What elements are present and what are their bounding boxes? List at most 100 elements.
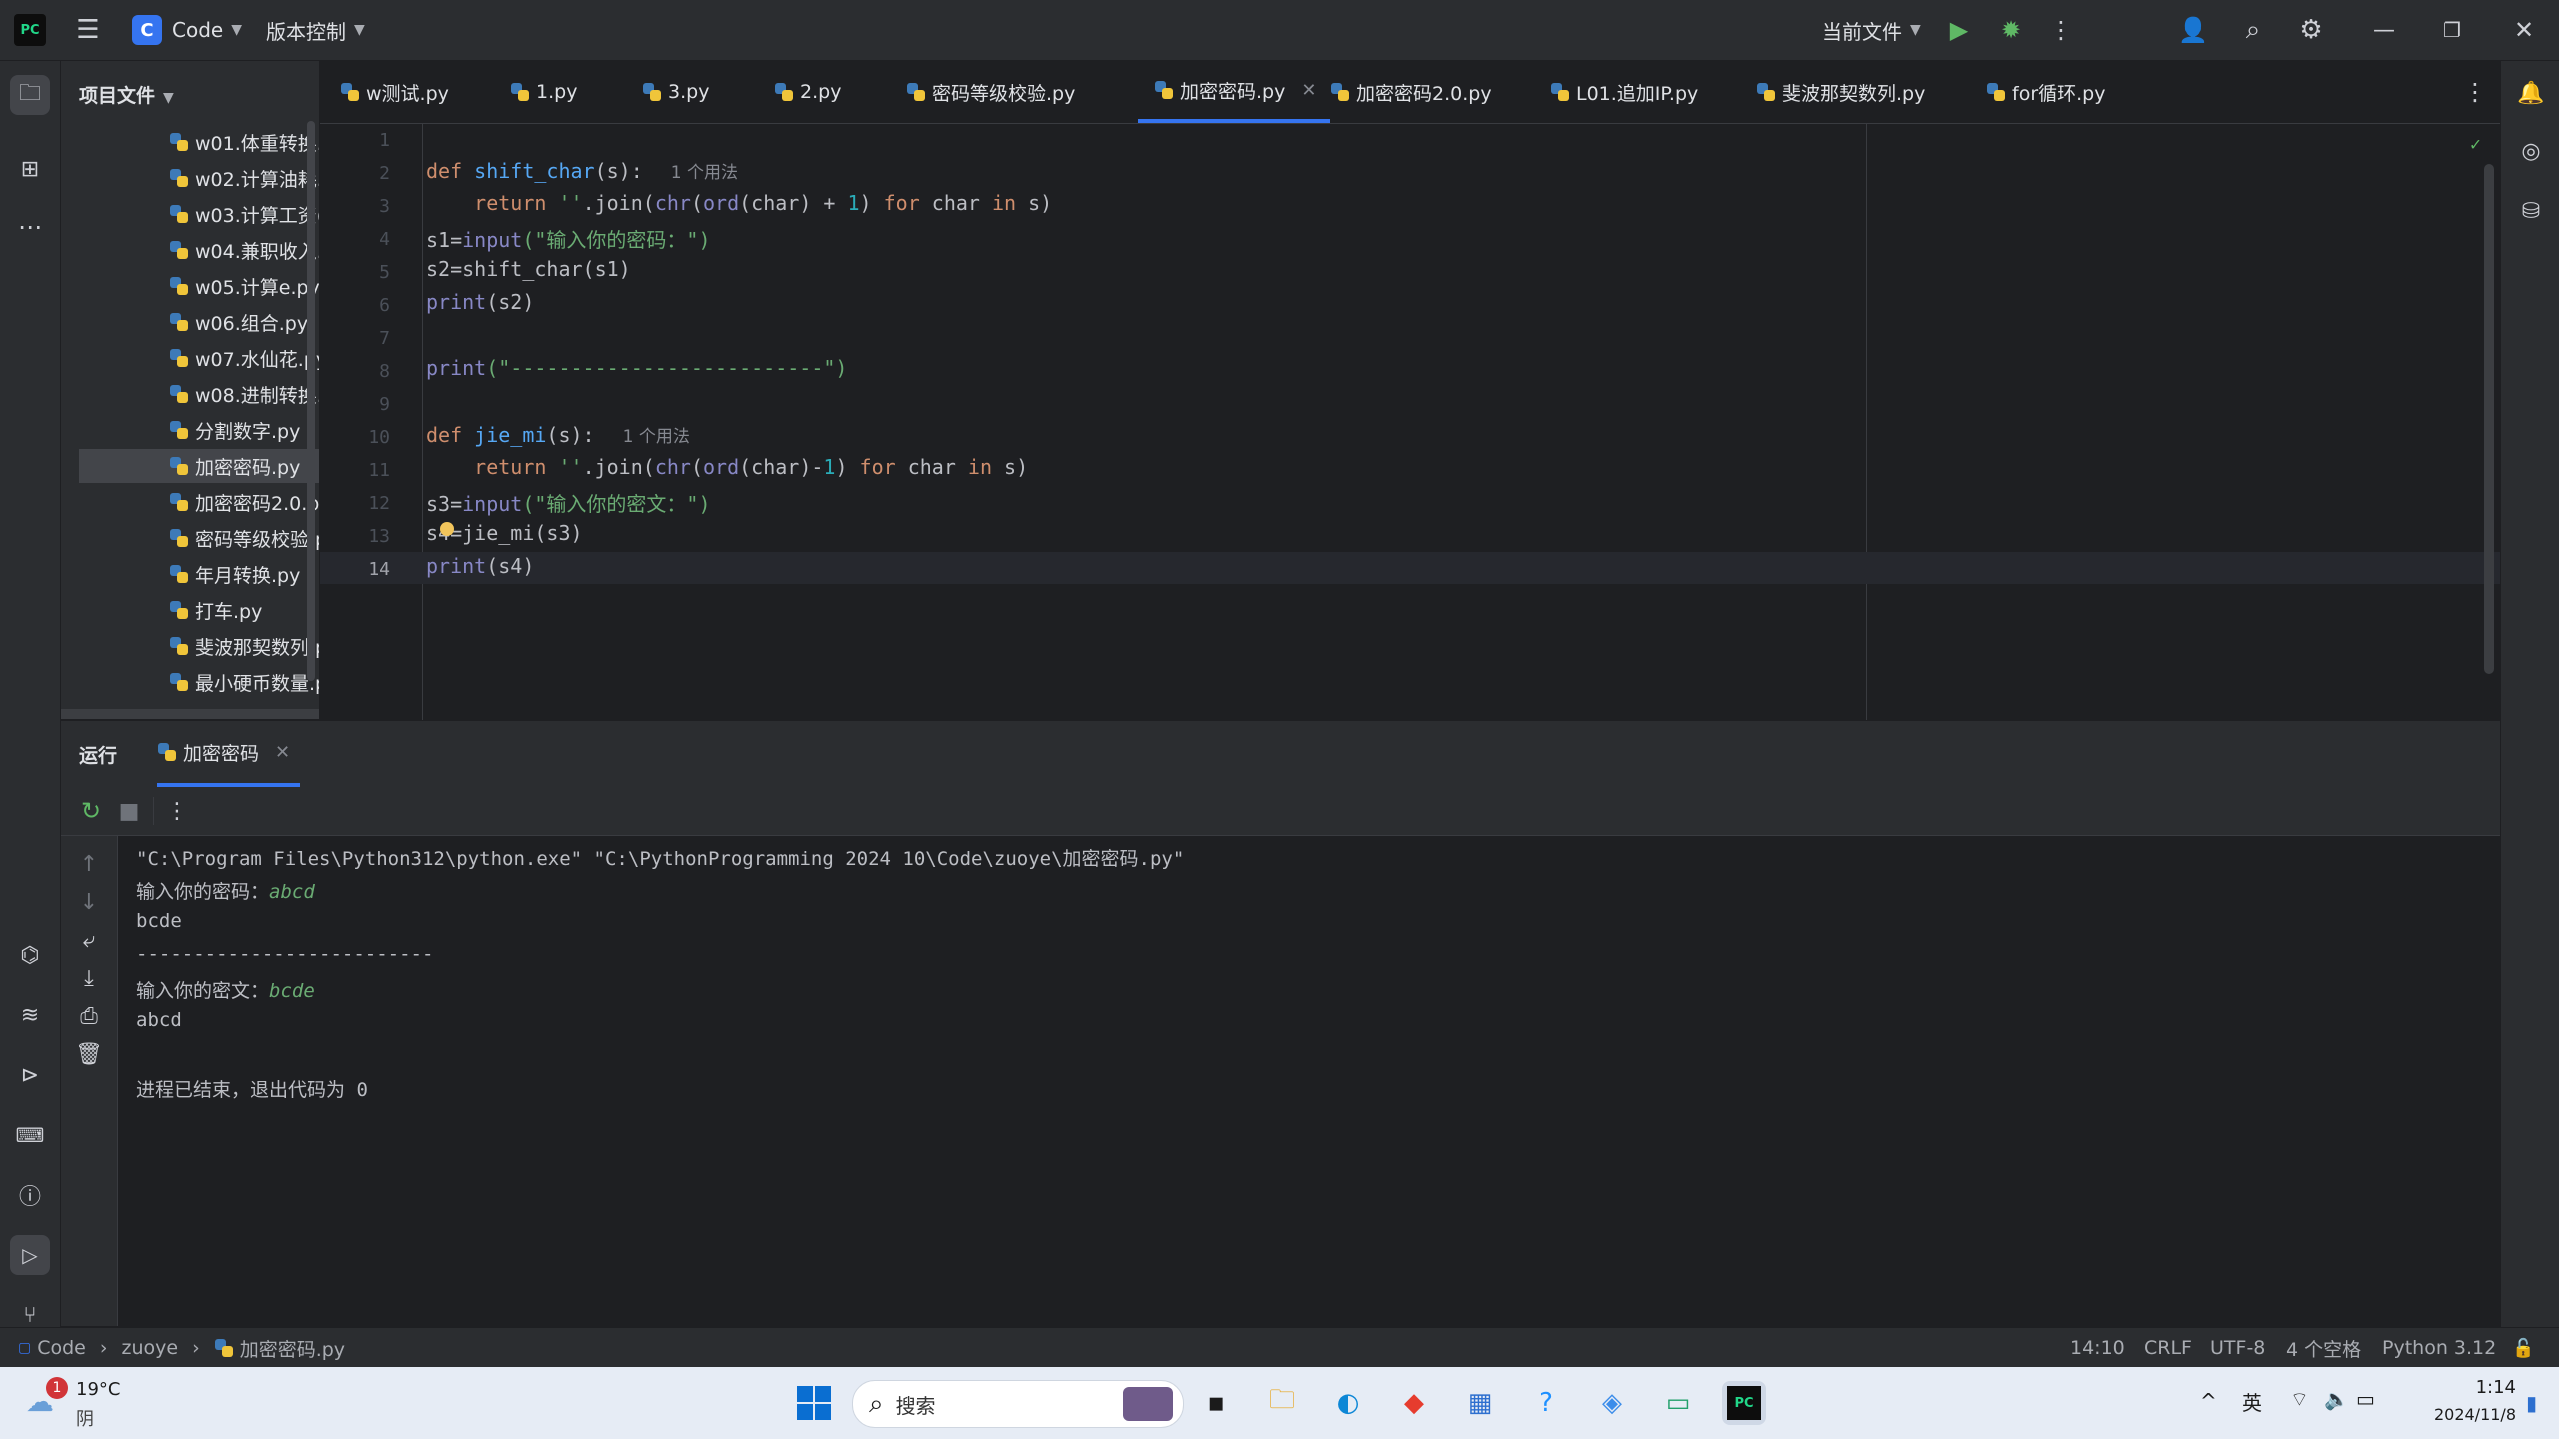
soft-wrap-icon[interactable]: ⤶	[73, 924, 105, 956]
tab-w-test[interactable]: w测试.py	[340, 61, 449, 123]
copilot-app-icon[interactable]: ◈	[1590, 1381, 1634, 1425]
add-user-icon[interactable]: 👤	[2176, 14, 2210, 46]
tab-1[interactable]: 1.py	[510, 61, 577, 123]
close-icon[interactable]: ✕	[2504, 14, 2544, 46]
file-item[interactable]: 打车.py	[79, 593, 319, 627]
file-item[interactable]: 密码等级校验.p	[79, 521, 319, 555]
python-interpreter[interactable]: Python 3.12	[2382, 1328, 2496, 1368]
file-item[interactable]: 加密密码2.0.py	[79, 485, 319, 519]
tab-for-loop[interactable]: for循环.py	[1986, 61, 2105, 123]
run-tool-icon[interactable]: ▷	[10, 1235, 50, 1275]
run-more-icon[interactable]: ⋮	[163, 795, 191, 827]
tab-2[interactable]: 2.py	[774, 61, 841, 123]
file-explorer-icon[interactable]: 🗀	[1260, 1381, 1304, 1425]
edge-browser-icon[interactable]: ◐	[1326, 1381, 1370, 1425]
file-item[interactable]: w04.兼职收入.p	[79, 233, 319, 267]
tab-password-level[interactable]: 密码等级校验.py	[906, 61, 1075, 123]
wifi-icon[interactable]: ⌔	[2290, 1387, 2309, 1412]
tab-options-icon[interactable]: ⋮	[2460, 75, 2490, 109]
weather-temperature[interactable]: 19°C	[76, 1379, 120, 1400]
file-item[interactable]: w01.体重转换.p	[79, 125, 319, 159]
python-console-icon[interactable]: ⌬	[10, 935, 50, 975]
tab-append-ip[interactable]: L01.追加IP.py	[1550, 61, 1698, 123]
database-icon[interactable]: ⛁	[2511, 191, 2551, 231]
main-menu-icon[interactable]: ☰	[70, 14, 106, 46]
file-item[interactable]: w03.计算工资(	[79, 197, 319, 231]
minimize-icon[interactable]: —	[2364, 14, 2404, 46]
file-item-selected[interactable]: 加密密码.py	[79, 449, 319, 483]
input-language[interactable]: 英	[2242, 1387, 2262, 1416]
app-diamond-icon[interactable]: ◆	[1392, 1381, 1436, 1425]
python-packages-icon[interactable]: ≋	[10, 995, 50, 1035]
microsoft-store-icon[interactable]: ▦	[1458, 1381, 1502, 1425]
file-encoding[interactable]: UTF-8	[2210, 1328, 2265, 1368]
taskbar-search-box[interactable]: ⌕ 搜索	[852, 1380, 1184, 1428]
intention-bulb-icon[interactable]	[440, 522, 454, 536]
file-item[interactable]: 年月转换.py	[79, 557, 319, 591]
scroll-up-icon[interactable]: ↑	[73, 848, 105, 880]
tab-3[interactable]: 3.py	[642, 61, 709, 123]
more-tools-icon[interactable]: ⋯	[10, 207, 50, 247]
run-tab[interactable]: 加密密码 ✕	[157, 721, 301, 787]
tab-encrypt-password[interactable]: 加密密码.py ✕	[1138, 61, 1331, 123]
file-item[interactable]: w02.计算油耗.p	[79, 161, 319, 195]
problems-icon[interactable]: ⓘ	[10, 1175, 50, 1215]
breadcrumb-item[interactable]: Code	[37, 1337, 86, 1359]
file-item[interactable]: 斐波那契数列.p	[79, 629, 319, 663]
clear-trash-icon[interactable]: 🗑	[73, 1038, 105, 1070]
run-config-selector[interactable]: 当前文件 ▼	[1822, 0, 1921, 60]
scroll-to-end-icon[interactable]: ⤓	[73, 962, 105, 994]
indent-setting[interactable]: 4 个空格	[2286, 1328, 2361, 1368]
clock-date[interactable]: 2024/11/8	[2396, 1405, 2516, 1424]
run-console[interactable]: "C:\Program Files\Python312\python.exe" …	[118, 836, 2500, 1326]
settings-gear-icon[interactable]: ⚙	[2294, 14, 2328, 46]
tab-fibonacci[interactable]: 斐波那契数列.py	[1756, 61, 1925, 123]
clock-time[interactable]: 1:14	[2406, 1377, 2516, 1398]
ai-assistant-icon[interactable]: ◎	[2511, 131, 2551, 171]
more-actions-icon[interactable]: ⋮	[2046, 14, 2076, 46]
terminal-icon[interactable]: ⌨	[10, 1115, 50, 1155]
project-folder-icon[interactable]: 🗀	[10, 75, 50, 115]
notifications-bell-icon[interactable]: 🔔	[2511, 73, 2551, 113]
file-item[interactable]: w06.组合.py	[79, 305, 319, 339]
structure-icon[interactable]: ⊞	[10, 149, 50, 189]
restore-icon[interactable]: ❐	[2432, 14, 2472, 46]
stop-icon[interactable]: ■	[113, 795, 145, 827]
volume-icon[interactable]: 🔈	[2324, 1387, 2349, 1411]
file-item[interactable]: 分割数字.py	[79, 413, 319, 447]
file-item[interactable]: w05.计算e.py	[79, 269, 319, 303]
rerun-icon[interactable]: ↻	[75, 795, 107, 827]
project-horizontal-scrollbar[interactable]	[61, 709, 319, 719]
project-selector[interactable]: C Code ▼	[132, 0, 242, 60]
cursor-position[interactable]: 14:10	[2070, 1328, 2125, 1368]
print-icon[interactable]: ⎙	[73, 1000, 105, 1032]
tray-overflow-icon[interactable]: ^	[2200, 1389, 2217, 1413]
breadcrumb-item[interactable]: zuoye	[122, 1337, 179, 1359]
run-icon[interactable]: ▶	[1942, 14, 1976, 46]
pycharm-taskbar-icon[interactable]: PC	[1722, 1381, 1766, 1425]
project-panel-header[interactable]: 项目文件 ▼	[79, 81, 174, 108]
code-editor[interactable]: ✓ 1 2 3 4 5 6 7 8 9 10 11 12 13 14 def s…	[320, 124, 2500, 720]
help-app-icon[interactable]: ?	[1524, 1381, 1568, 1425]
battery-icon[interactable]: ▭	[2356, 1387, 2375, 1411]
file-item[interactable]: 最小硬币数量.p	[79, 665, 319, 699]
close-tab-icon[interactable]: ✕	[1301, 80, 1316, 101]
windows-start-icon[interactable]	[792, 1381, 836, 1425]
vcs-menu[interactable]: 版本控制 ▼	[266, 0, 365, 60]
editor-scrollbar[interactable]	[2484, 164, 2494, 674]
close-run-tab-icon[interactable]: ✕	[275, 742, 290, 763]
project-scrollbar[interactable]	[307, 121, 315, 681]
lock-icon[interactable]: 🔓	[2512, 1328, 2534, 1368]
remote-desktop-icon[interactable]: ▭	[1656, 1381, 1700, 1425]
notification-center-icon[interactable]: ▮	[2526, 1391, 2537, 1415]
breadcrumb-item[interactable]: 加密密码.py	[240, 1335, 345, 1362]
debug-bug-icon[interactable]: ✹	[1994, 14, 2028, 46]
file-item[interactable]: w08.进制转换.p	[79, 377, 319, 411]
line-ending[interactable]: CRLF	[2144, 1328, 2192, 1368]
file-item[interactable]: w07.水仙花.py	[79, 341, 319, 375]
scroll-down-icon[interactable]: ↓	[73, 886, 105, 918]
task-view-icon[interactable]: ▪	[1194, 1381, 1238, 1425]
tab-encrypt-password-2[interactable]: 加密密码2.0.py	[1330, 61, 1492, 123]
services-icon[interactable]: ⊳	[10, 1055, 50, 1095]
search-icon[interactable]: ⌕	[2236, 14, 2270, 46]
